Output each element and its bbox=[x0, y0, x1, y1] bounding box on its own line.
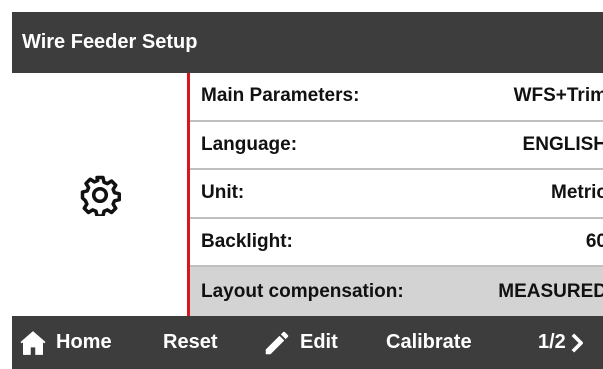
home-button[interactable]: Home bbox=[18, 316, 112, 369]
setting-value: MEASURED bbox=[498, 280, 603, 302]
settings-list: Main Parameters: WFS+Trim Language: ENGL… bbox=[190, 73, 603, 316]
title-bar: Wire Feeder Setup bbox=[12, 12, 603, 73]
settings-icon-panel bbox=[12, 73, 187, 316]
calibrate-label: Calibrate bbox=[386, 331, 472, 353]
wire-feeder-setup-screen: Wire Feeder Setup Main Parameters: WFS+T… bbox=[0, 0, 603, 369]
setting-value: 60 bbox=[585, 231, 603, 253]
setting-row-unit[interactable]: Unit: Metric bbox=[190, 170, 603, 219]
home-label: Home bbox=[56, 331, 112, 353]
setting-row-layout-compensation[interactable]: Layout compensation: MEASURED bbox=[190, 267, 603, 316]
home-icon bbox=[20, 330, 46, 355]
reset-button[interactable]: Reset bbox=[163, 316, 217, 369]
setting-value: Metric bbox=[551, 182, 603, 204]
setting-value: WFS+Trim bbox=[513, 85, 603, 107]
gear-icon bbox=[80, 175, 121, 216]
reset-label: Reset bbox=[163, 331, 218, 353]
page-title: Wire Feeder Setup bbox=[22, 31, 198, 53]
setting-row-language[interactable]: Language: ENGLISH bbox=[190, 122, 603, 171]
calibrate-button[interactable]: Calibrate bbox=[386, 316, 472, 369]
pencil-icon bbox=[265, 331, 289, 354]
page-indicator: 1/2 bbox=[538, 331, 566, 353]
setting-row-main-parameters[interactable]: Main Parameters: WFS+Trim bbox=[190, 73, 603, 122]
chevron-right-icon bbox=[571, 332, 583, 353]
edit-label: Edit bbox=[300, 331, 338, 353]
edit-button[interactable]: Edit bbox=[262, 316, 338, 369]
next-page-button[interactable]: 1/2 bbox=[538, 316, 586, 369]
setting-row-backlight[interactable]: Backlight: 60 bbox=[190, 219, 603, 268]
setting-value: ENGLISH bbox=[522, 133, 603, 155]
bottom-toolbar: Home Reset Edit Calibrate 1/2 bbox=[12, 316, 603, 369]
